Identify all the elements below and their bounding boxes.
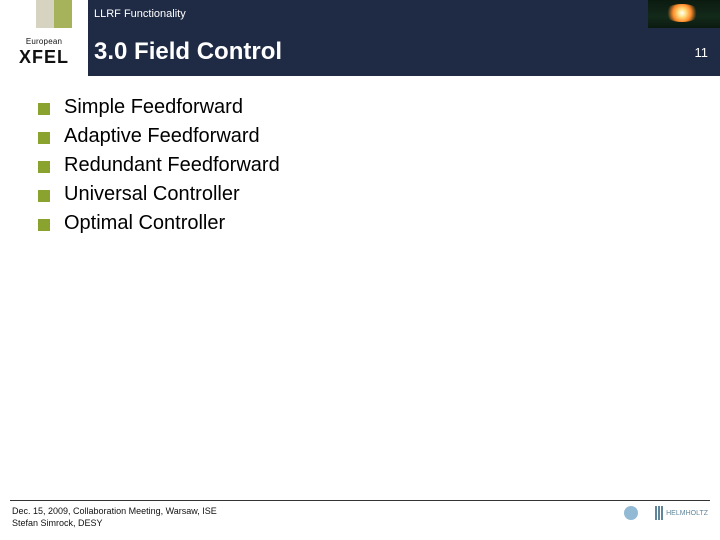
circle-icon [624,506,638,520]
xfel-logo: European XFEL [0,28,88,76]
list-item: Redundant Feedforward [38,154,678,177]
footer-logos: HELMHOLTZ [624,506,708,520]
accent-band [0,0,36,28]
footer-text: Dec. 15, 2009, Collaboration Meeting, Wa… [12,505,217,529]
list-item-label: Adaptive Feedforward [64,125,260,148]
bullet-square-icon [38,103,50,115]
accent-band [72,0,88,28]
footer-line1: Dec. 15, 2009, Collaboration Meeting, Wa… [12,505,217,517]
logo-top-text: European [26,37,62,46]
bullet-square-icon [38,219,50,231]
footer-divider [10,500,710,501]
topbar-accent [0,0,88,28]
bullet-square-icon [38,132,50,144]
light-glow-icon [664,4,700,22]
slide: LLRF Functionality European XFEL 3.0 Fie… [0,0,720,540]
page-number: 11 [648,28,720,76]
bars-icon [655,506,663,520]
list-item-label: Simple Feedforward [64,96,243,119]
bullet-square-icon [38,190,50,202]
logo-main-text: XFEL [19,47,69,68]
list-item: Optimal Controller [38,212,678,235]
bullet-list: Simple Feedforward Adaptive Feedforward … [38,96,678,235]
partner-logo-text: HELMHOLTZ [666,510,708,517]
topbar: LLRF Functionality [0,0,720,28]
content: Simple Feedforward Adaptive Feedforward … [38,96,678,241]
breadcrumb: LLRF Functionality [88,0,648,28]
footer-line2: Stefan Simrock, DESY [12,517,217,529]
list-item: Adaptive Feedforward [38,125,678,148]
partner-logo-icon: HELMHOLTZ [655,506,708,520]
bullet-square-icon [38,161,50,173]
list-item-label: Universal Controller [64,183,240,206]
titlebar: European XFEL 3.0 Field Control 11 [0,28,720,76]
list-item-label: Optimal Controller [64,212,225,235]
footer: Dec. 15, 2009, Collaboration Meeting, Wa… [0,500,720,540]
page-title: 3.0 Field Control [88,28,648,76]
list-item: Universal Controller [38,183,678,206]
accent-band [36,0,54,28]
list-item-label: Redundant Feedforward [64,154,280,177]
partner-logo-icon [624,506,641,520]
accent-band [54,0,72,28]
list-item: Simple Feedforward [38,96,678,119]
topbar-decor-image [648,0,720,28]
